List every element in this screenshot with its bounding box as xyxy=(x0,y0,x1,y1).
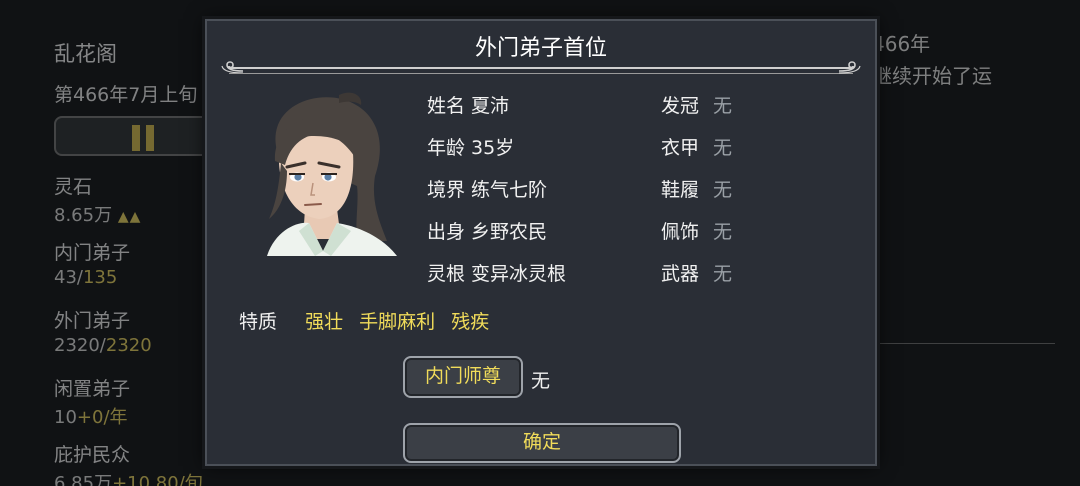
info-value: 练气七阶 xyxy=(471,179,548,201)
trait-tag[interactable]: 残疾 xyxy=(451,311,489,333)
info-label: 年龄 xyxy=(427,137,466,159)
equip-value: 无 xyxy=(713,221,733,243)
stat-cap: 2320 xyxy=(105,335,152,356)
equip-slot-weapon[interactable]: 武器无 xyxy=(661,259,732,286)
disciple-detail-dialog: 外门弟子首位 姓名 夏沛 年龄 35岁 境界 练气七阶 出身 乡野农民 灵根 变… xyxy=(205,19,877,466)
stat-outer-disciples: 外门弟子 2320/2320 xyxy=(54,306,152,356)
title-divider xyxy=(229,67,853,74)
traits-row: 特质 强壮 手脚麻利 残疾 xyxy=(239,307,499,334)
stat-value: 10+0/年 xyxy=(54,403,130,429)
info-value: 乡野农民 xyxy=(471,221,548,243)
equip-label: 衣甲 xyxy=(661,137,700,159)
trait-tag[interactable]: 手脚麻利 xyxy=(359,311,435,333)
stat-number: 2320/ xyxy=(54,335,106,356)
ornament-swirl-icon xyxy=(838,61,861,74)
equip-label: 鞋履 xyxy=(661,179,700,201)
stat-label: 闲置弟子 xyxy=(54,378,131,400)
equip-value: 无 xyxy=(713,179,733,201)
stat-protected-people: 庇护民众 6.85万+10.80/旬 xyxy=(54,440,203,486)
stat-number: 6.85万 xyxy=(54,473,113,486)
info-label: 姓名 xyxy=(427,95,466,117)
stat-inner-disciples: 内门弟子 43/135 xyxy=(54,238,130,288)
sect-name: 乱花阁 xyxy=(54,42,117,66)
equip-label: 佩饰 xyxy=(661,221,700,243)
equip-label: 武器 xyxy=(661,263,700,285)
stat-label: 内门弟子 xyxy=(54,242,131,264)
stat-idle-disciples: 闲置弟子 10+0/年 xyxy=(54,374,130,429)
stat-cap: 135 xyxy=(82,267,118,288)
stat-rate: +0/年 xyxy=(76,407,128,428)
pause-icon[interactable] xyxy=(132,125,156,151)
info-age: 年龄 35岁 xyxy=(427,133,514,160)
traits-label: 特质 xyxy=(239,311,278,333)
dialog-title: 外门弟子首位 xyxy=(474,36,607,61)
increase-arrows-icon: ▲▲ xyxy=(117,209,142,225)
equip-value: 无 xyxy=(713,95,733,117)
trait-tag[interactable]: 强壮 xyxy=(305,311,343,333)
stat-spirit-stones: 灵石 8.65万 ▲▲ xyxy=(54,172,141,227)
info-label: 灵根 xyxy=(427,263,466,285)
inner-master-button[interactable]: 内门师尊 xyxy=(403,356,523,398)
stat-number: 10 xyxy=(54,407,77,428)
stat-value: 2320/2320 xyxy=(54,335,152,356)
info-label: 境界 xyxy=(427,179,466,201)
stat-value: 6.85万+10.80/旬 xyxy=(54,469,203,486)
info-realm: 境界 练气七阶 xyxy=(427,175,547,202)
info-spirit-root: 灵根 变异冰灵根 xyxy=(427,259,566,286)
stat-number: 8.65万 xyxy=(54,205,113,226)
disciple-portrait xyxy=(267,92,397,256)
stat-label: 外门弟子 xyxy=(54,310,131,332)
info-origin: 出身 乡野农民 xyxy=(427,217,547,244)
equip-slot-crown[interactable]: 发冠无 xyxy=(661,91,732,118)
info-value: 35岁 xyxy=(471,137,515,159)
stat-label: 庇护民众 xyxy=(54,444,131,466)
divider xyxy=(880,343,1055,344)
inner-master-value: 无 xyxy=(531,370,551,392)
info-name: 姓名 夏沛 xyxy=(427,91,509,118)
info-label: 出身 xyxy=(427,221,466,243)
equip-slot-accessory[interactable]: 佩饰无 xyxy=(661,217,732,244)
equip-slot-shoes[interactable]: 鞋履无 xyxy=(661,175,732,202)
equip-value: 无 xyxy=(713,137,733,159)
info-value: 夏沛 xyxy=(471,95,510,117)
confirm-button[interactable]: 确定 xyxy=(403,423,681,463)
stat-label: 灵石 xyxy=(54,176,93,198)
equip-label: 发冠 xyxy=(661,95,700,117)
info-value: 变异冰灵根 xyxy=(471,263,567,285)
stat-number: 43/ xyxy=(54,267,83,288)
stat-value: 43/135 xyxy=(54,267,130,288)
stat-value: 8.65万 ▲▲ xyxy=(54,201,141,227)
equip-slot-armor[interactable]: 衣甲无 xyxy=(661,133,732,160)
sect-status-panel: 乱花阁 第466年7月上旬 灵石 8.65万 ▲▲ 内门弟子 43/135 外门… xyxy=(0,0,234,486)
equip-value: 无 xyxy=(713,263,733,285)
game-date: 第466年7月上旬 xyxy=(54,84,198,106)
stat-rate: +10.80/旬 xyxy=(112,473,203,486)
